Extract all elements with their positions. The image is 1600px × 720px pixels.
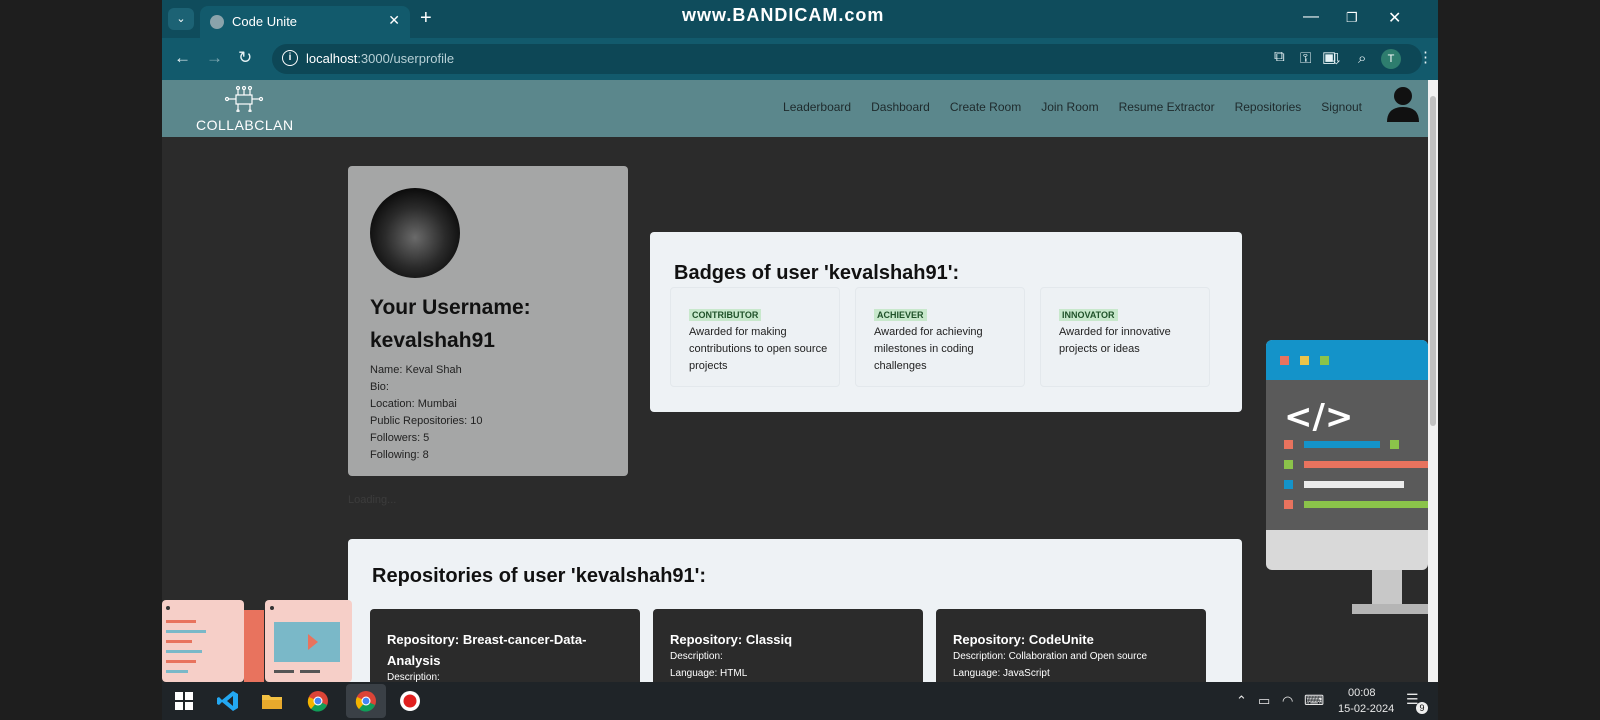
repositories-card: Repositories of user 'kevalshah91': Repo… <box>348 539 1242 682</box>
chrome-profile-icon[interactable] <box>354 689 378 713</box>
back-arrow-icon[interactable]: ← <box>174 48 191 68</box>
minimize-icon[interactable]: — <box>1303 8 1319 26</box>
browser-tab-bar: ⌄ Code Unite ✕ + www.BANDICAM.com — ❐ ✕ <box>162 0 1438 38</box>
badge-description: Awarded for innovative projects or ideas <box>1059 326 1171 355</box>
profile-card: Your Username: kevalshah91 Name: Keval S… <box>348 166 628 476</box>
clock-date[interactable]: 15-02-2024 <box>1338 703 1394 715</box>
reload-icon[interactable]: ↻ <box>238 48 252 68</box>
badge-tag: CONTRIBUTOR <box>689 309 762 321</box>
profile-public-repos: Public Repositories: 10 <box>370 415 483 427</box>
username-label: Your Username: <box>370 296 531 319</box>
close-window-icon[interactable]: ✕ <box>1388 8 1401 28</box>
computer-monitor-illustration: </> <box>1266 340 1428 614</box>
loading-text: Loading... <box>348 494 397 506</box>
username: kevalshah91 <box>370 329 495 352</box>
nav-link-signout[interactable]: Signout <box>1321 100 1362 114</box>
profile-following: Following: 8 <box>370 449 429 461</box>
badge-description: Awarded for achieving milestones in codi… <box>874 326 983 372</box>
repository-description: Description: <box>387 672 440 682</box>
windows-start-icon[interactable] <box>172 689 196 713</box>
url-text[interactable]: localhost:3000/userprofile <box>306 51 454 66</box>
url-host: localhost <box>306 51 358 66</box>
wifi-icon[interactable]: ◠ <box>1282 693 1293 709</box>
vscode-icon[interactable] <box>216 689 240 713</box>
repository-language: Language: HTML <box>670 668 748 679</box>
nav-link-create-room[interactable]: Create Room <box>950 100 1021 114</box>
windows-taskbar: ⌃ ▭ ◠ ⌨ 00:08 15-02-2024 ☰ 9 <box>162 682 1438 720</box>
repository-name[interactable]: Repository: CodeUnite <box>953 629 1183 650</box>
tab-title: Code Unite <box>232 14 298 29</box>
file-explorer-icon[interactable] <box>260 689 284 713</box>
badge-contributor: CONTRIBUTOR Awarded for making contribut… <box>670 287 840 387</box>
restore-icon[interactable]: ❐ <box>1346 10 1358 26</box>
zoom-icon[interactable]: ⌕ <box>1358 50 1366 67</box>
profile-name: Name: Keval Shah <box>370 364 462 376</box>
scrollbar-thumb[interactable] <box>1430 96 1436 426</box>
badge-description: Awarded for making contributions to open… <box>689 326 828 372</box>
network-logo-icon <box>224 86 264 112</box>
nav-link-leaderboard[interactable]: Leaderboard <box>783 100 851 114</box>
site-info-icon[interactable]: i <box>282 50 298 66</box>
battery-icon[interactable]: ▭ <box>1258 693 1270 709</box>
nav-link-dashboard[interactable]: Dashboard <box>871 100 930 114</box>
keyboard-icon[interactable]: ⌨ <box>1304 692 1324 709</box>
browser-toolbar: ← → ↻ i localhost:3000/userprofile ⚿ ⇩ ⌕… <box>162 38 1438 80</box>
profile-bio: Bio: <box>370 381 389 393</box>
repository-description: Description: <box>670 651 723 662</box>
chrome-icon[interactable] <box>306 689 330 713</box>
clock-time[interactable]: 00:08 <box>1348 687 1376 699</box>
badge-innovator: INNOVATOR Awarded for innovative project… <box>1040 287 1210 387</box>
profile-avatar-icon[interactable]: T <box>1381 49 1401 69</box>
browser-tab[interactable]: Code Unite ✕ <box>200 6 410 38</box>
nav-link-resume-extractor[interactable]: Resume Extractor <box>1119 100 1215 114</box>
profile-details: Name: Keval Shah Bio: Location: Mumbai P… <box>370 362 483 464</box>
repository-name[interactable]: Repository: Classiq <box>670 629 900 650</box>
new-tab-plus-icon[interactable]: + <box>420 7 432 30</box>
extensions-puzzle-icon[interactable]: ⧉ <box>1274 48 1285 65</box>
nav-link-repositories[interactable]: Repositories <box>1235 100 1302 114</box>
side-panel-icon[interactable]: ▣ <box>1322 48 1336 66</box>
badge-tag: INNOVATOR <box>1059 309 1118 321</box>
notification-count-badge: 9 <box>1416 702 1428 714</box>
globe-icon <box>210 15 224 29</box>
show-hidden-icons-chevron-icon[interactable]: ⌃ <box>1236 693 1247 709</box>
site-logo-text[interactable]: COLLABCLAN <box>196 117 294 133</box>
repository-description: Description: Collaboration and Open sour… <box>953 651 1147 662</box>
forward-arrow-icon[interactable]: → <box>206 48 223 68</box>
screen: ⌄ Code Unite ✕ + www.BANDICAM.com — ❐ ✕ … <box>162 0 1438 720</box>
badges-title: Badges of user 'kevalshah91': <box>674 262 960 284</box>
profile-avatar <box>370 188 460 278</box>
profile-location: Location: Mumbai <box>370 398 457 410</box>
nav-link-join-room[interactable]: Join Room <box>1041 100 1098 114</box>
key-icon[interactable]: ⚿ <box>1300 50 1311 67</box>
badge-achiever: ACHIEVER Awarded for achieving milestone… <box>855 287 1025 387</box>
nav-links: Leaderboard Dashboard Create Room Join R… <box>783 100 1362 114</box>
close-tab-icon[interactable]: ✕ <box>388 12 400 29</box>
badge-tag: ACHIEVER <box>874 309 927 321</box>
address-bar[interactable]: i localhost:3000/userprofile ⚿ ⇩ ⌕ ☆ <box>272 44 1422 74</box>
bandicam-record-icon[interactable] <box>398 689 422 713</box>
repository-card[interactable]: Repository: CodeUnite Description: Colla… <box>936 609 1206 682</box>
recording-watermark: www.BANDICAM.com <box>682 5 885 25</box>
badges-card: Badges of user 'kevalshah91': CONTRIBUTO… <box>650 232 1242 412</box>
repository-name[interactable]: Repository: Breast-cancer-Data-Analysis <box>387 629 617 671</box>
repositories-title: Repositories of user 'kevalshah91': <box>372 565 707 587</box>
repository-card[interactable]: Repository: Breast-cancer-Data-Analysis … <box>370 609 640 682</box>
repository-language: Language: JavaScript <box>953 668 1050 679</box>
page-scrollbar[interactable] <box>1428 80 1438 682</box>
code-screens-illustration <box>162 600 352 682</box>
web-page: COLLABCLAN Leaderboard Dashboard Create … <box>162 80 1428 682</box>
repository-card[interactable]: Repository: Classiq Description: Languag… <box>653 609 923 682</box>
user-account-icon[interactable] <box>1386 86 1420 122</box>
svg-text:</>: </> <box>1284 397 1353 437</box>
profile-followers: Followers: 5 <box>370 432 430 444</box>
tab-search-chevron-icon[interactable]: ⌄ <box>168 8 194 30</box>
site-navbar: COLLABCLAN Leaderboard Dashboard Create … <box>162 80 1428 137</box>
more-menu-icon[interactable]: ⋮ <box>1418 48 1433 66</box>
url-path: :3000/userprofile <box>357 51 455 66</box>
